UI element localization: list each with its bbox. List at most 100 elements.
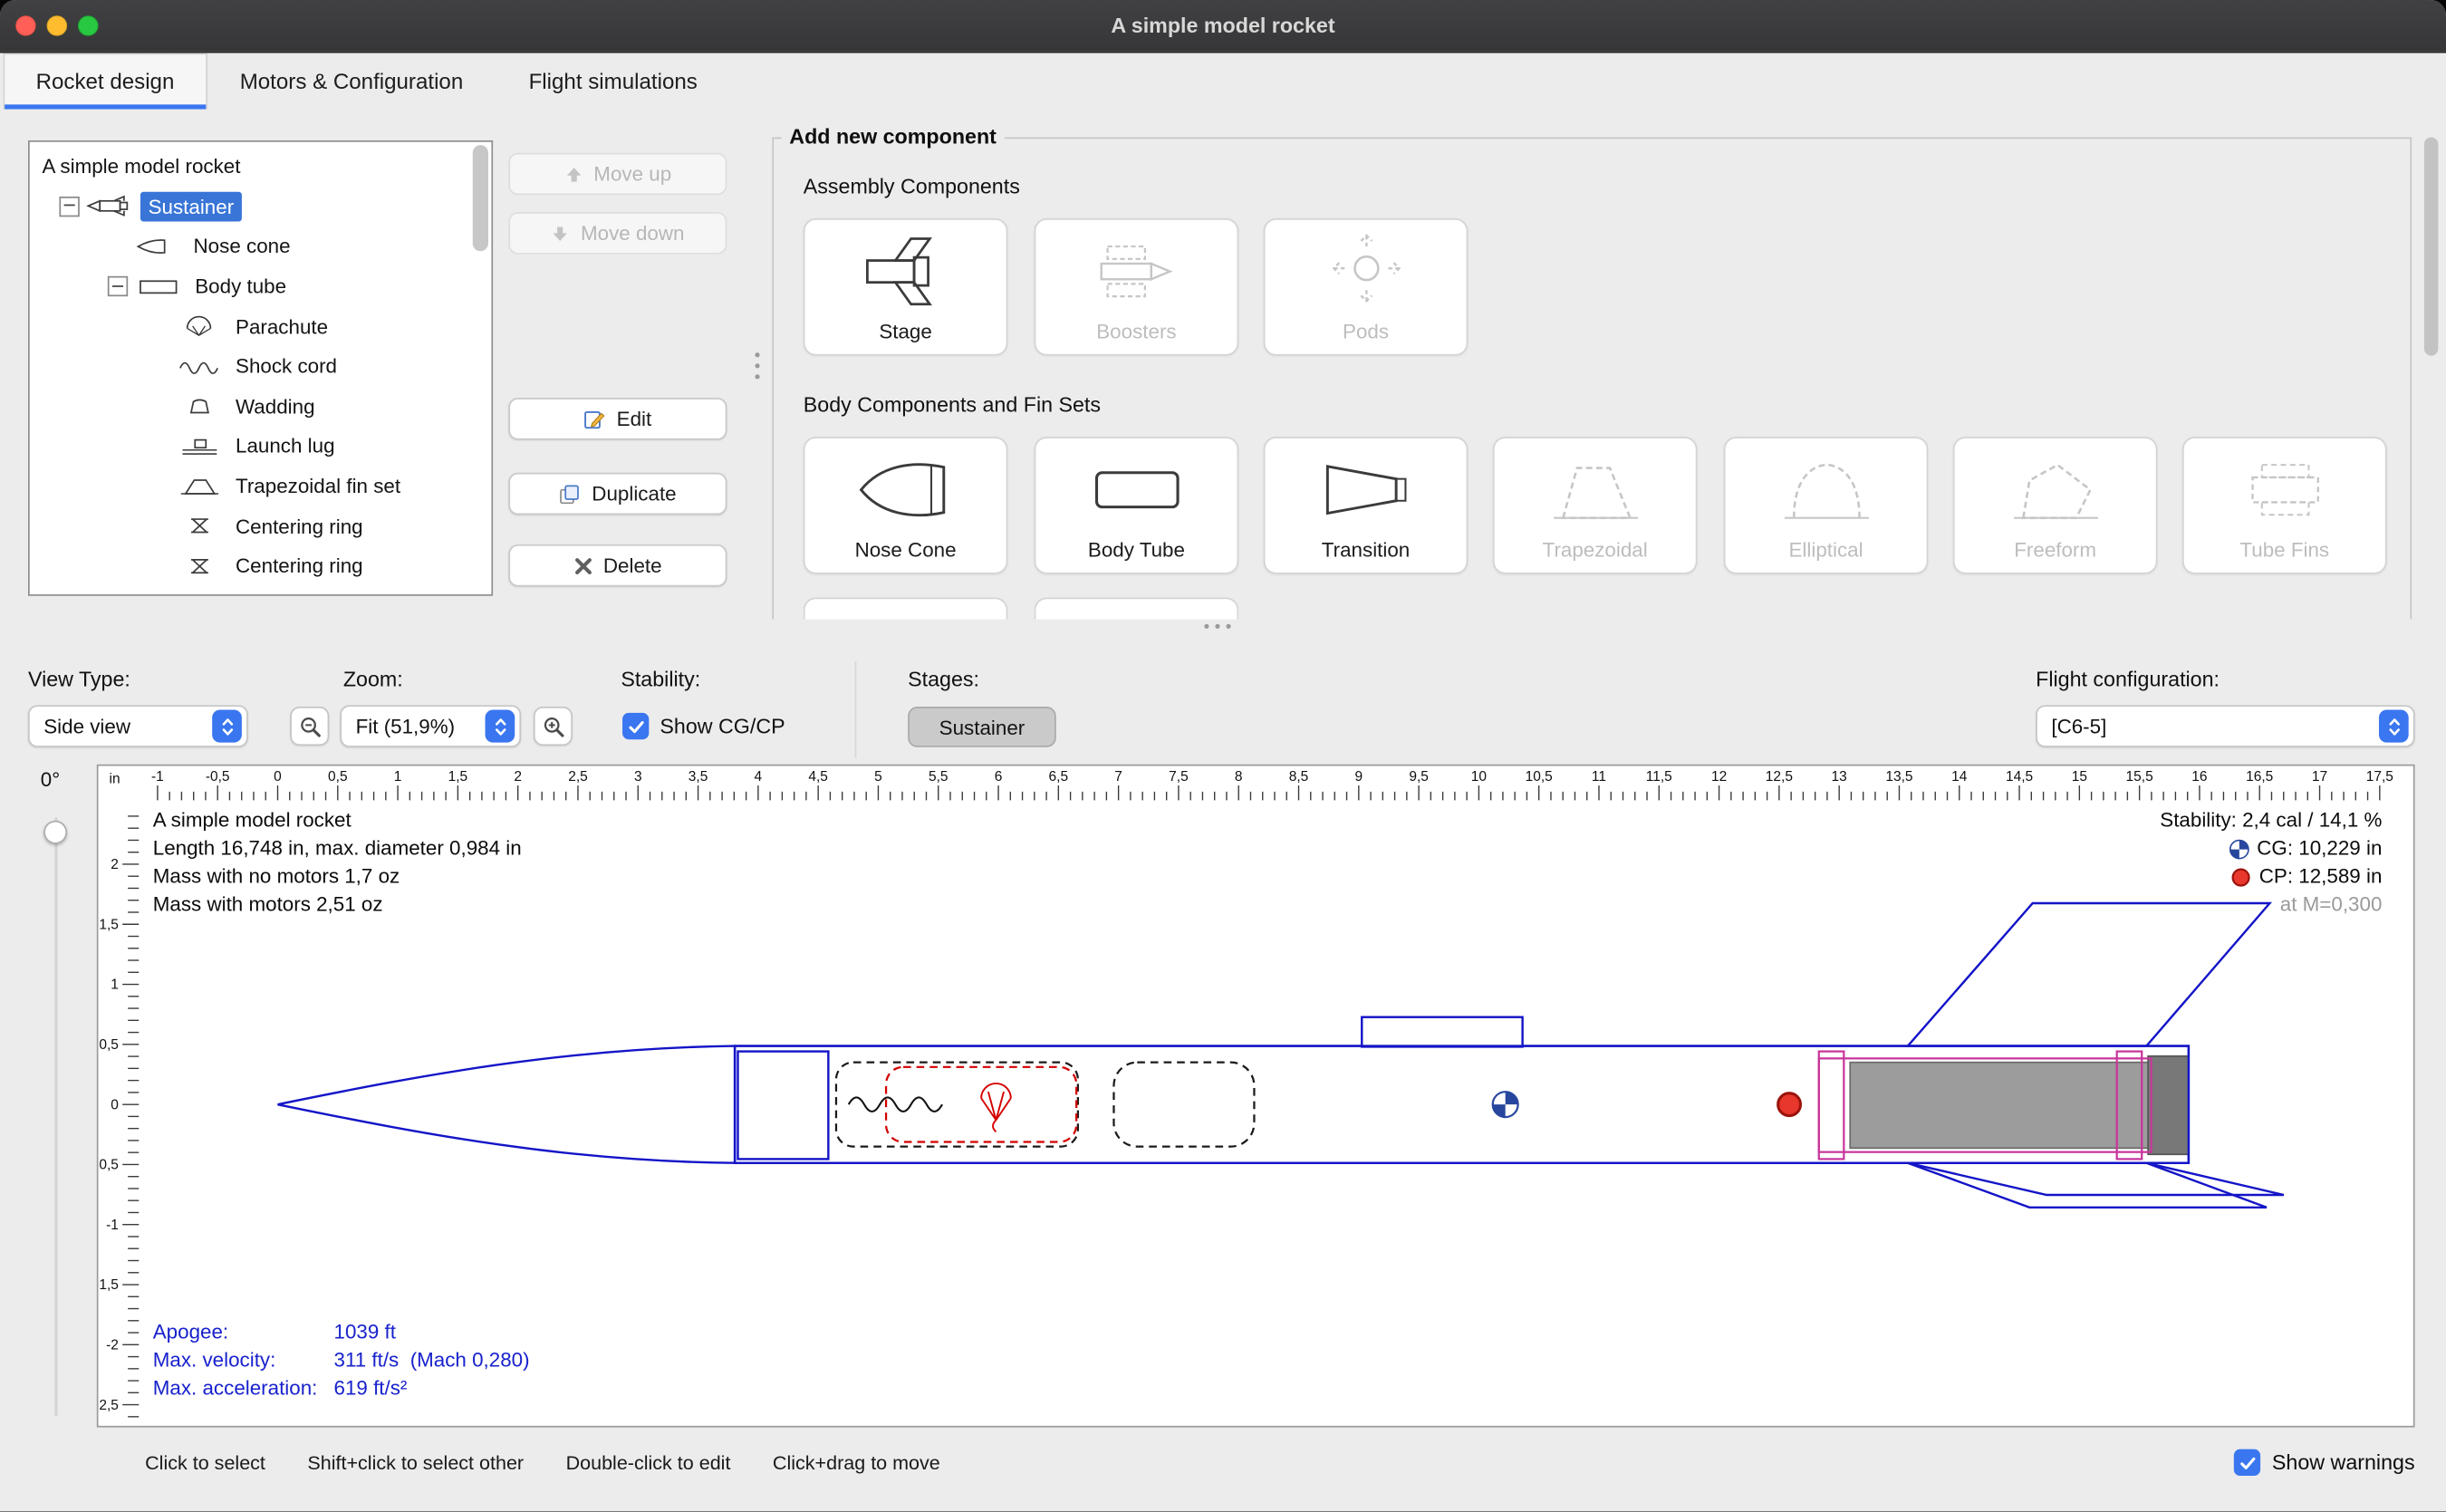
rocket-name: A simple model rocket: [153, 806, 522, 834]
tree-item-body-tube[interactable]: Body tube: [30, 266, 492, 306]
svg-text:2,5: 2,5: [568, 769, 588, 785]
svg-text:0: 0: [274, 769, 282, 785]
flight-configuration-select[interactable]: [C6-5]: [2036, 705, 2414, 746]
flight-configuration-value: [C6-5]: [2051, 715, 2106, 738]
rocket-icon: [84, 196, 131, 217]
add-trapezoidal-card: Trapezoidal: [1493, 437, 1698, 574]
elliptical-fin-icon: [1771, 446, 1881, 533]
zoom-in-button[interactable]: [534, 707, 573, 746]
add-nose-cone-card[interactable]: Nose Cone: [804, 437, 1008, 574]
stage-toggle-sustainer[interactable]: Sustainer: [908, 707, 1056, 747]
parachute-icon: [177, 315, 224, 337]
main-tabbar: Rocket design Motors & Configuration Fli…: [0, 53, 2446, 110]
svg-text:17,5: 17,5: [2366, 769, 2393, 785]
tree-root-label: A simple model rocket: [42, 155, 240, 178]
checkbox-checked-icon[interactable]: [622, 713, 649, 739]
rotation-slider-track[interactable]: [54, 817, 57, 1416]
hint-double-click: Double-click to edit: [566, 1452, 731, 1474]
tree-item-parachute[interactable]: Parachute: [30, 306, 492, 346]
rocket-info-block: A simple model rocket Length 16,748 in, …: [153, 806, 522, 919]
stage-icon: [851, 227, 960, 314]
collapse-expander-icon[interactable]: [108, 276, 128, 296]
rotation-slider-thumb[interactable]: [43, 821, 67, 844]
max-velocity-label: Max. velocity:: [153, 1346, 334, 1374]
max-acceleration-value: 619 ft/s²: [333, 1374, 529, 1402]
svg-text:-0,5: -0,5: [98, 1158, 118, 1173]
zoom-out-button[interactable]: [290, 707, 329, 746]
tree-item-label: Parachute: [236, 314, 328, 338]
fin-upper: [1908, 903, 2269, 1046]
view-type-select[interactable]: Side view: [28, 705, 248, 746]
tab-flight-simulations[interactable]: Flight simulations: [496, 53, 730, 110]
tab-rocket-design[interactable]: Rocket design: [3, 53, 207, 110]
tree-item-label: Centering ring: [236, 554, 363, 578]
tab-motors-configuration[interactable]: Motors & Configuration: [207, 53, 496, 110]
edit-icon: [584, 408, 606, 429]
svg-text:6: 6: [995, 769, 1003, 785]
zoom-select[interactable]: Fit (51,9%): [340, 705, 521, 746]
tree-item-partial[interactable]: [30, 586, 492, 596]
window-title: A simple model rocket: [0, 0, 2446, 52]
tree-item-root[interactable]: A simple model rocket: [30, 147, 492, 187]
svg-text:2: 2: [514, 769, 522, 785]
mach-condition: at M=0,300: [2160, 891, 2382, 919]
tree-item-nose-cone[interactable]: Nose cone: [30, 226, 492, 266]
tree-item-shock-cord[interactable]: Shock cord: [30, 346, 492, 386]
svg-text:-0,5: -0,5: [206, 769, 230, 785]
rocket-design-canvas[interactable]: in -1-0,500,511,522,533,544,555,566,577,…: [97, 765, 2415, 1428]
tree-item-centering-ring-2[interactable]: Centering ring: [30, 546, 492, 586]
window-scrollbar[interactable]: [2424, 138, 2438, 356]
rocket-drawing: [278, 903, 2284, 1208]
svg-text:2: 2: [111, 857, 119, 872]
horizontal-splitter-handle[interactable]: [1204, 624, 1230, 629]
show-warnings-checkbox-row[interactable]: Show warnings: [2235, 1449, 2415, 1476]
inner-tube-icon: [177, 595, 224, 596]
select-stepper-icon: [2379, 709, 2409, 742]
nose-cone-icon: [134, 236, 181, 257]
edit-label: Edit: [617, 407, 652, 430]
checkbox-checked-icon[interactable]: [2235, 1449, 2261, 1476]
tree-item-centering-ring-1[interactable]: Centering ring: [30, 506, 492, 546]
shock-cord-icon: [177, 355, 224, 377]
delete-button[interactable]: Delete: [508, 544, 727, 586]
component-tree-panel: A simple model rocket Sustainer Nose con…: [28, 140, 493, 596]
add-body-tube-card[interactable]: Body Tube: [1035, 437, 1239, 574]
add-transition-card[interactable]: Transition: [1264, 437, 1469, 574]
svg-text:-2,5: -2,5: [98, 1398, 118, 1413]
mass-with-motors: Mass with motors 2,51 oz: [153, 891, 522, 919]
svg-text:0,5: 0,5: [328, 769, 348, 785]
nose-shoulder: [737, 1052, 828, 1160]
svg-text:4: 4: [755, 769, 763, 785]
centering-ring-icon: [177, 555, 224, 577]
collapse-expander-icon[interactable]: [59, 197, 79, 217]
show-cgcp-label: Show CG/CP: [660, 715, 785, 738]
max-velocity-value: 311 ft/s (Mach 0,280): [333, 1346, 529, 1374]
show-cgcp-checkbox-row[interactable]: Show CG/CP: [622, 713, 785, 739]
svg-text:5,5: 5,5: [929, 769, 949, 785]
tree-item-launch-lug[interactable]: Launch lug: [30, 426, 492, 466]
tube-fins-icon: [2230, 446, 2340, 533]
vertical-splitter-handle[interactable]: [755, 352, 759, 379]
svg-text:3,5: 3,5: [689, 769, 708, 785]
svg-text:12,5: 12,5: [1766, 769, 1793, 785]
tree-item-trapezoidal-fin-set[interactable]: Trapezoidal fin set: [30, 466, 492, 506]
tree-scrollbar[interactable]: [473, 145, 488, 251]
stability-block: Stability: 2,4 cal / 14,1 % CG: 10,229 i…: [2160, 806, 2382, 919]
edit-button[interactable]: Edit: [508, 398, 727, 439]
magnifier-plus-icon: [542, 716, 563, 737]
tree-item-wadding[interactable]: Wadding: [30, 386, 492, 426]
hint-click-select: Click to select: [145, 1452, 265, 1474]
nose-cone-outline: [278, 1046, 736, 1163]
move-down-button: Move down: [508, 212, 727, 254]
svg-text:9: 9: [1354, 769, 1363, 785]
centering-ring-icon: [177, 515, 224, 536]
duplicate-button[interactable]: Duplicate: [508, 473, 727, 515]
svg-text:13,5: 13,5: [1885, 769, 1912, 785]
fin-set-icon: [177, 475, 224, 496]
launch-lug-icon: [177, 435, 224, 457]
tree-item-sustainer[interactable]: Sustainer: [30, 187, 492, 226]
add-pods-card: Pods: [1264, 218, 1469, 356]
tree-item-label: Wadding: [236, 394, 315, 418]
add-stage-card[interactable]: Stage: [804, 218, 1008, 356]
svg-text:0: 0: [111, 1097, 119, 1112]
